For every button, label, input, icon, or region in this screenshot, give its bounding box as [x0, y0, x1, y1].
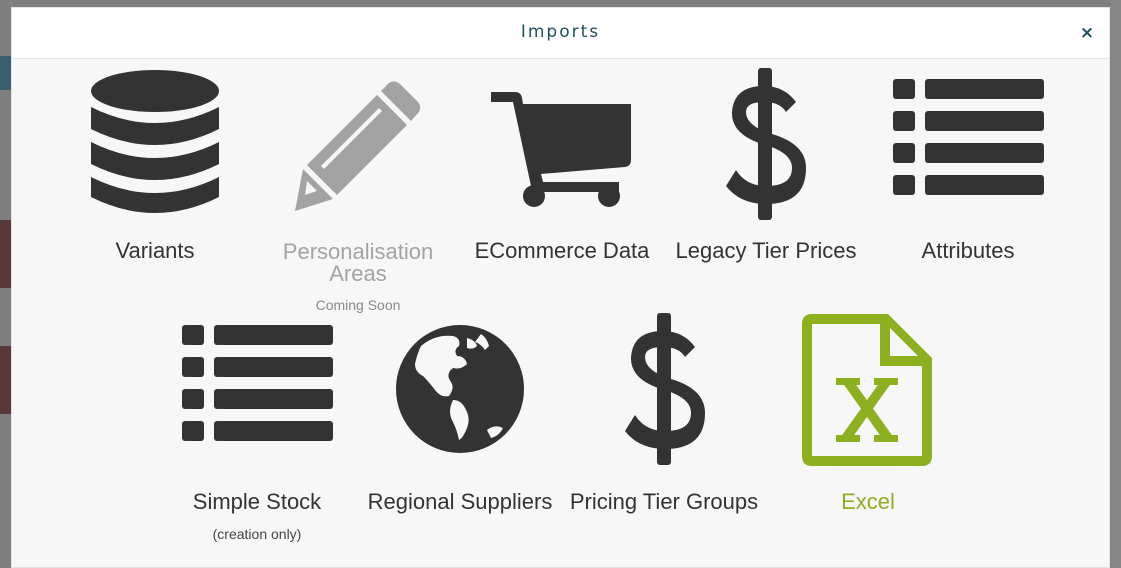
- modal-title: Imports: [520, 22, 601, 42]
- modal-header: Imports ×: [12, 8, 1109, 59]
- coming-soon-note: Coming Soon: [315, 297, 401, 313]
- tile-personalisation-areas: Personalisation Areas Coming Soon: [268, 66, 448, 316]
- list-icon: [893, 79, 1044, 195]
- background-content-edge: [1110, 0, 1121, 568]
- globe-icon: [396, 325, 524, 453]
- tile-label: Simple Stock: [192, 489, 322, 514]
- tile-attributes[interactable]: Attributes: [878, 66, 1058, 276]
- imports-modal: Imports × Variants Personalisation Areas…: [11, 7, 1110, 568]
- tile-excel[interactable]: Excel: [778, 314, 958, 526]
- tile-label: Legacy Tier Prices: [675, 238, 857, 263]
- tile-variants[interactable]: Variants: [65, 66, 245, 276]
- close-button[interactable]: ×: [1077, 23, 1097, 43]
- tile-pricing-tier-groups[interactable]: Pricing Tier Groups: [568, 313, 760, 526]
- tile-simple-stock[interactable]: Simple Stock (creation only): [166, 316, 348, 546]
- tile-ecommerce-data[interactable]: ECommerce Data: [466, 66, 658, 276]
- tile-label: Pricing Tier Groups: [569, 489, 759, 514]
- tile-label: Excel: [841, 489, 895, 514]
- shopping-cart-icon: [491, 92, 631, 207]
- tile-label: Regional Suppliers: [367, 489, 553, 514]
- tile-legacy-tier-prices[interactable]: Legacy Tier Prices: [672, 66, 860, 276]
- excel-file-icon: [802, 314, 932, 466]
- tile-label: Attributes: [921, 238, 1015, 263]
- tile-regional-suppliers[interactable]: Regional Suppliers: [364, 316, 556, 526]
- creation-only-note: (creation only): [212, 526, 302, 542]
- list-icon: [182, 325, 333, 441]
- dollar-icon: [726, 68, 806, 220]
- pencil-icon: [295, 81, 421, 211]
- tile-label-line1: Personalisation: [282, 239, 434, 264]
- tile-label: ECommerce Data: [474, 238, 650, 263]
- dollar-icon: [625, 313, 705, 465]
- tile-label: Variants: [115, 238, 195, 263]
- tile-label-line2: Areas: [329, 261, 387, 286]
- database-icon: [91, 70, 219, 213]
